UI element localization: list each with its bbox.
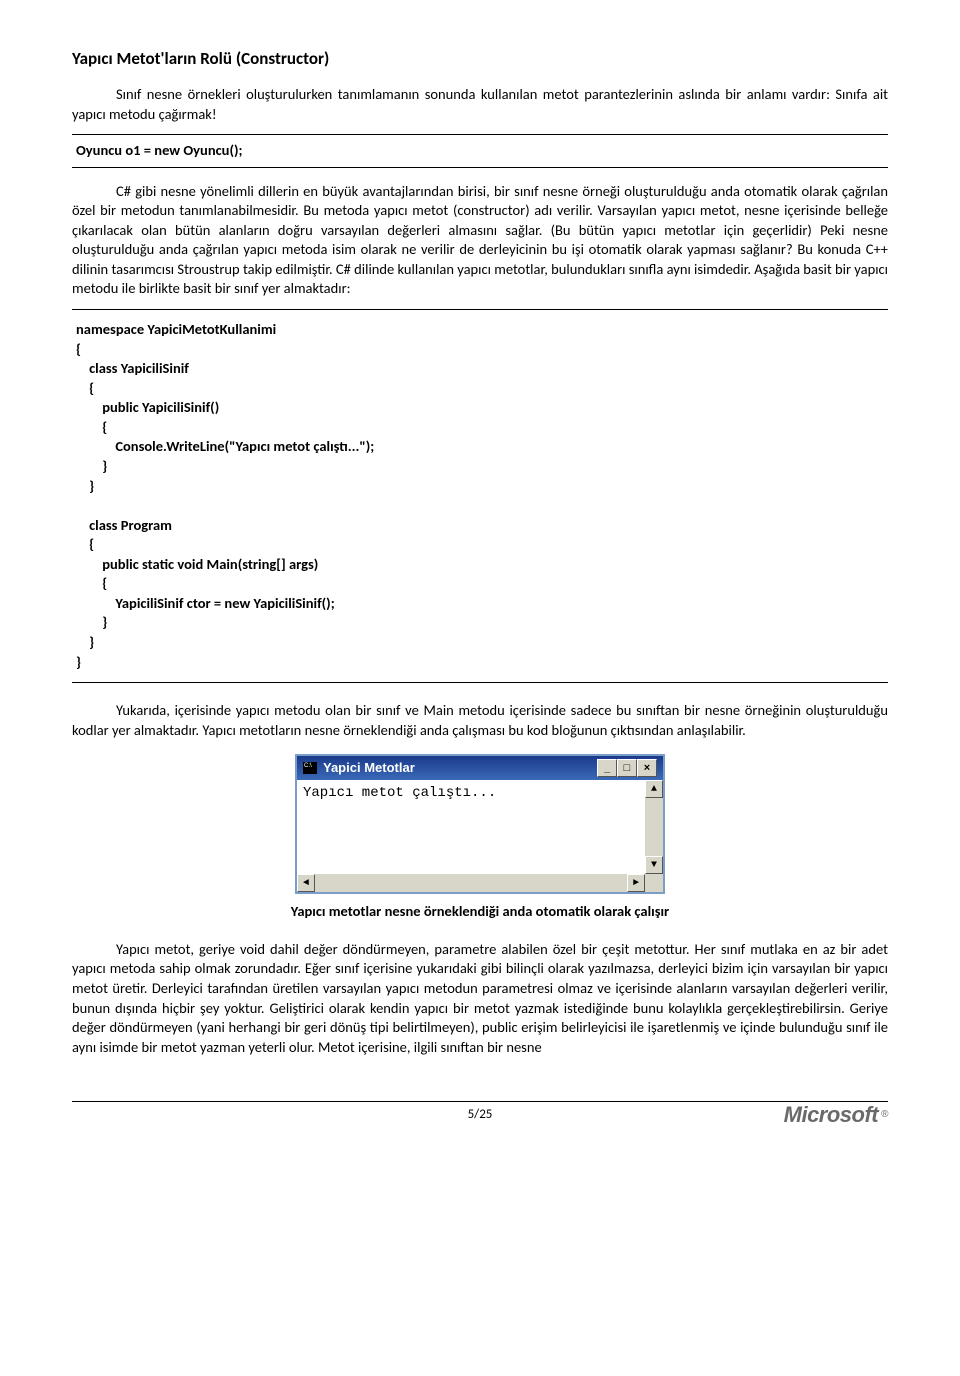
code-snippet-1: Oyuncu o1 = new Oyuncu(); [72,134,888,168]
window-controls: _ □ × [597,759,657,777]
paragraph-2: C# gibi nesne yönelimli dillerin en büyü… [72,182,888,299]
scroll-down-icon[interactable]: ▼ [645,856,663,874]
paragraph-3: Yukarıda, içerisinde yapıcı metodu olan … [72,701,888,740]
section-title: Yapıcı Metot'ların Rolü (Constructor) [72,48,888,71]
minimize-button[interactable]: _ [597,759,617,777]
microsoft-logo: Microsoft® [784,1100,888,1130]
code-snippet-2: namespace YapiciMetotKullanimi { class Y… [72,309,888,683]
console-title-text: Yapici Metotlar [323,759,415,777]
logo-text: Microsoft [784,1100,879,1130]
scroll-left-icon[interactable]: ◄ [297,874,315,892]
page-number: 5/25 [72,1101,888,1124]
console-window: Yapici Metotlar _ □ × Yapıcı metot çalış… [295,754,665,894]
registered-mark: ® [881,1108,888,1122]
paragraph-4: Yapıcı metot, geriye void dahil değer dö… [72,940,888,1057]
console-figure: Yapici Metotlar _ □ × Yapıcı metot çalış… [72,754,888,894]
cmd-icon [303,762,317,774]
console-title-bar: Yapici Metotlar _ □ × [297,756,663,780]
scroll-up-icon[interactable]: ▲ [645,780,663,798]
scroll-corner [645,874,663,892]
figure-caption: Yapıcı metotlar nesne örneklendiği anda … [72,902,888,922]
horizontal-scrollbar[interactable]: ◄ ► [297,874,663,892]
console-body: Yapıcı metot çalıştı... ▲ ▼ ◄ ► [297,780,663,892]
vertical-scrollbar[interactable]: ▲ ▼ [645,780,663,874]
close-button[interactable]: × [637,759,657,777]
console-output: Yapıcı metot çalıştı... [303,785,496,801]
intro-paragraph: Sınıf nesne örnekleri oluşturulurken tan… [72,85,888,124]
maximize-button[interactable]: □ [617,759,637,777]
scroll-right-icon[interactable]: ► [627,874,645,892]
